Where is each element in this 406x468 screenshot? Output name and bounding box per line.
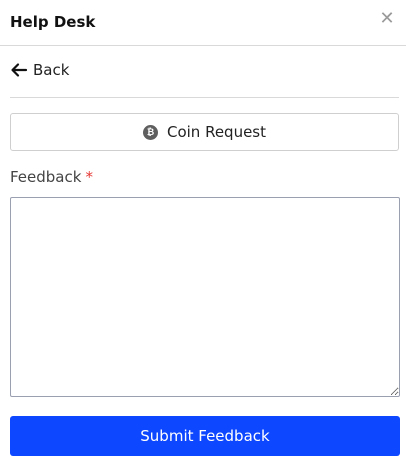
divider xyxy=(10,97,399,98)
feedback-label: Feedback xyxy=(10,168,82,186)
feedback-textarea[interactable] xyxy=(10,197,400,397)
arrow-left-icon xyxy=(11,63,28,77)
coin-request-label: Coin Request xyxy=(166,123,267,141)
bitcoin-icon: ₿ xyxy=(142,124,158,140)
help-desk-header: Help Desk ✕ xyxy=(0,0,406,46)
back-label: Back xyxy=(33,61,70,79)
coin-request-button[interactable]: ₿ Coin Request xyxy=(10,113,399,151)
back-button[interactable]: Back xyxy=(10,58,69,82)
feedback-field-label: Feedback * xyxy=(10,168,93,186)
submit-feedback-button[interactable]: Submit Feedback xyxy=(10,416,400,456)
header-title: Help Desk xyxy=(10,13,96,31)
required-indicator: * xyxy=(85,168,93,186)
close-icon[interactable]: ✕ xyxy=(378,10,396,28)
